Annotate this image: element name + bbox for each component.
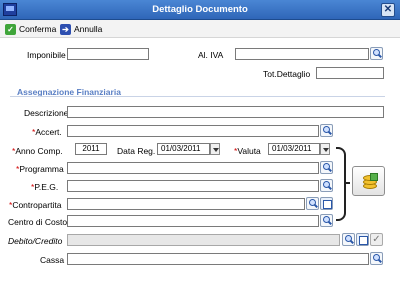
data-reg-label: Data Reg. [117,146,156,156]
anno-comp-input[interactable]: 2011 [75,143,107,155]
aliva-search-button[interactable] [370,47,383,60]
confirm-button[interactable]: ✓ Conferma [5,22,56,36]
imponibile-input[interactable] [67,48,149,60]
accert-input[interactable] [67,125,319,137]
contropartita-search-button[interactable] [306,197,319,210]
imponibile-label: Imponibile [27,50,66,60]
debito-credito-label: Debito/Credito [8,236,63,246]
peg-search-button[interactable] [320,179,333,192]
cancel-label: Annulla [74,24,103,34]
coins-icon [360,173,378,190]
cancel-button[interactable]: ➔ Annulla [60,22,102,36]
grouping-brace [336,147,346,221]
programma-label: *Programma [16,164,64,174]
cassa-input[interactable] [67,253,369,265]
peg-input[interactable] [67,180,319,192]
aliva-label: Al. IVA [198,50,224,60]
accert-label: *Accert. [32,127,62,137]
centro-costo-input[interactable] [67,215,319,227]
valuta-input[interactable]: 01/03/2011 [268,143,320,155]
window-title: Dettaglio Documento [152,4,248,15]
close-button[interactable]: ✕ [381,3,395,17]
contropartita-label: *Contropartita [9,200,62,210]
anno-comp-label: *Anno Comp. [12,146,63,156]
descrizione-input[interactable] [67,106,384,118]
tot-dettaglio-input[interactable] [316,67,384,79]
debito-credito-confirm-icon[interactable]: ✓ [370,233,383,246]
debito-credito-input [67,234,340,246]
accert-search-button[interactable] [320,124,333,137]
centro-costo-search-button[interactable] [320,214,333,227]
peg-label: *P.E.G. [31,182,59,192]
cassa-search-button[interactable] [370,252,383,265]
data-reg-dropdown-button[interactable] [210,143,220,155]
confirm-label: Conferma [19,24,57,34]
financial-assign-button[interactable] [352,166,385,196]
descrizione-label: Descrizione [24,108,69,118]
programma-search-button[interactable] [320,161,333,174]
arrow-right-icon: ➔ [60,23,71,35]
contropartita-input[interactable] [67,198,305,210]
valuta-label: *Valuta [234,146,261,156]
valuta-dropdown-button[interactable] [320,143,330,155]
grouping-brace-tip [345,182,350,184]
title-bar: Dettaglio Documento ✕ [0,0,400,20]
section-divider [10,96,385,97]
check-icon: ✓ [5,23,16,35]
debito-credito-detail-icon[interactable] [356,233,369,246]
toolbar: ✓ Conferma ➔ Annulla [0,20,400,38]
centro-costo-label: Centro di Costo [8,217,68,227]
programma-input[interactable] [67,162,319,174]
data-reg-input[interactable]: 01/03/2011 [157,143,210,155]
cassa-label: Cassa [40,255,65,265]
tot-dettaglio-label: Tot.Dettaglio [263,69,311,79]
contropartita-detail-icon[interactable] [320,197,333,210]
debito-credito-search-button[interactable] [342,233,355,246]
aliva-input[interactable] [235,48,369,60]
